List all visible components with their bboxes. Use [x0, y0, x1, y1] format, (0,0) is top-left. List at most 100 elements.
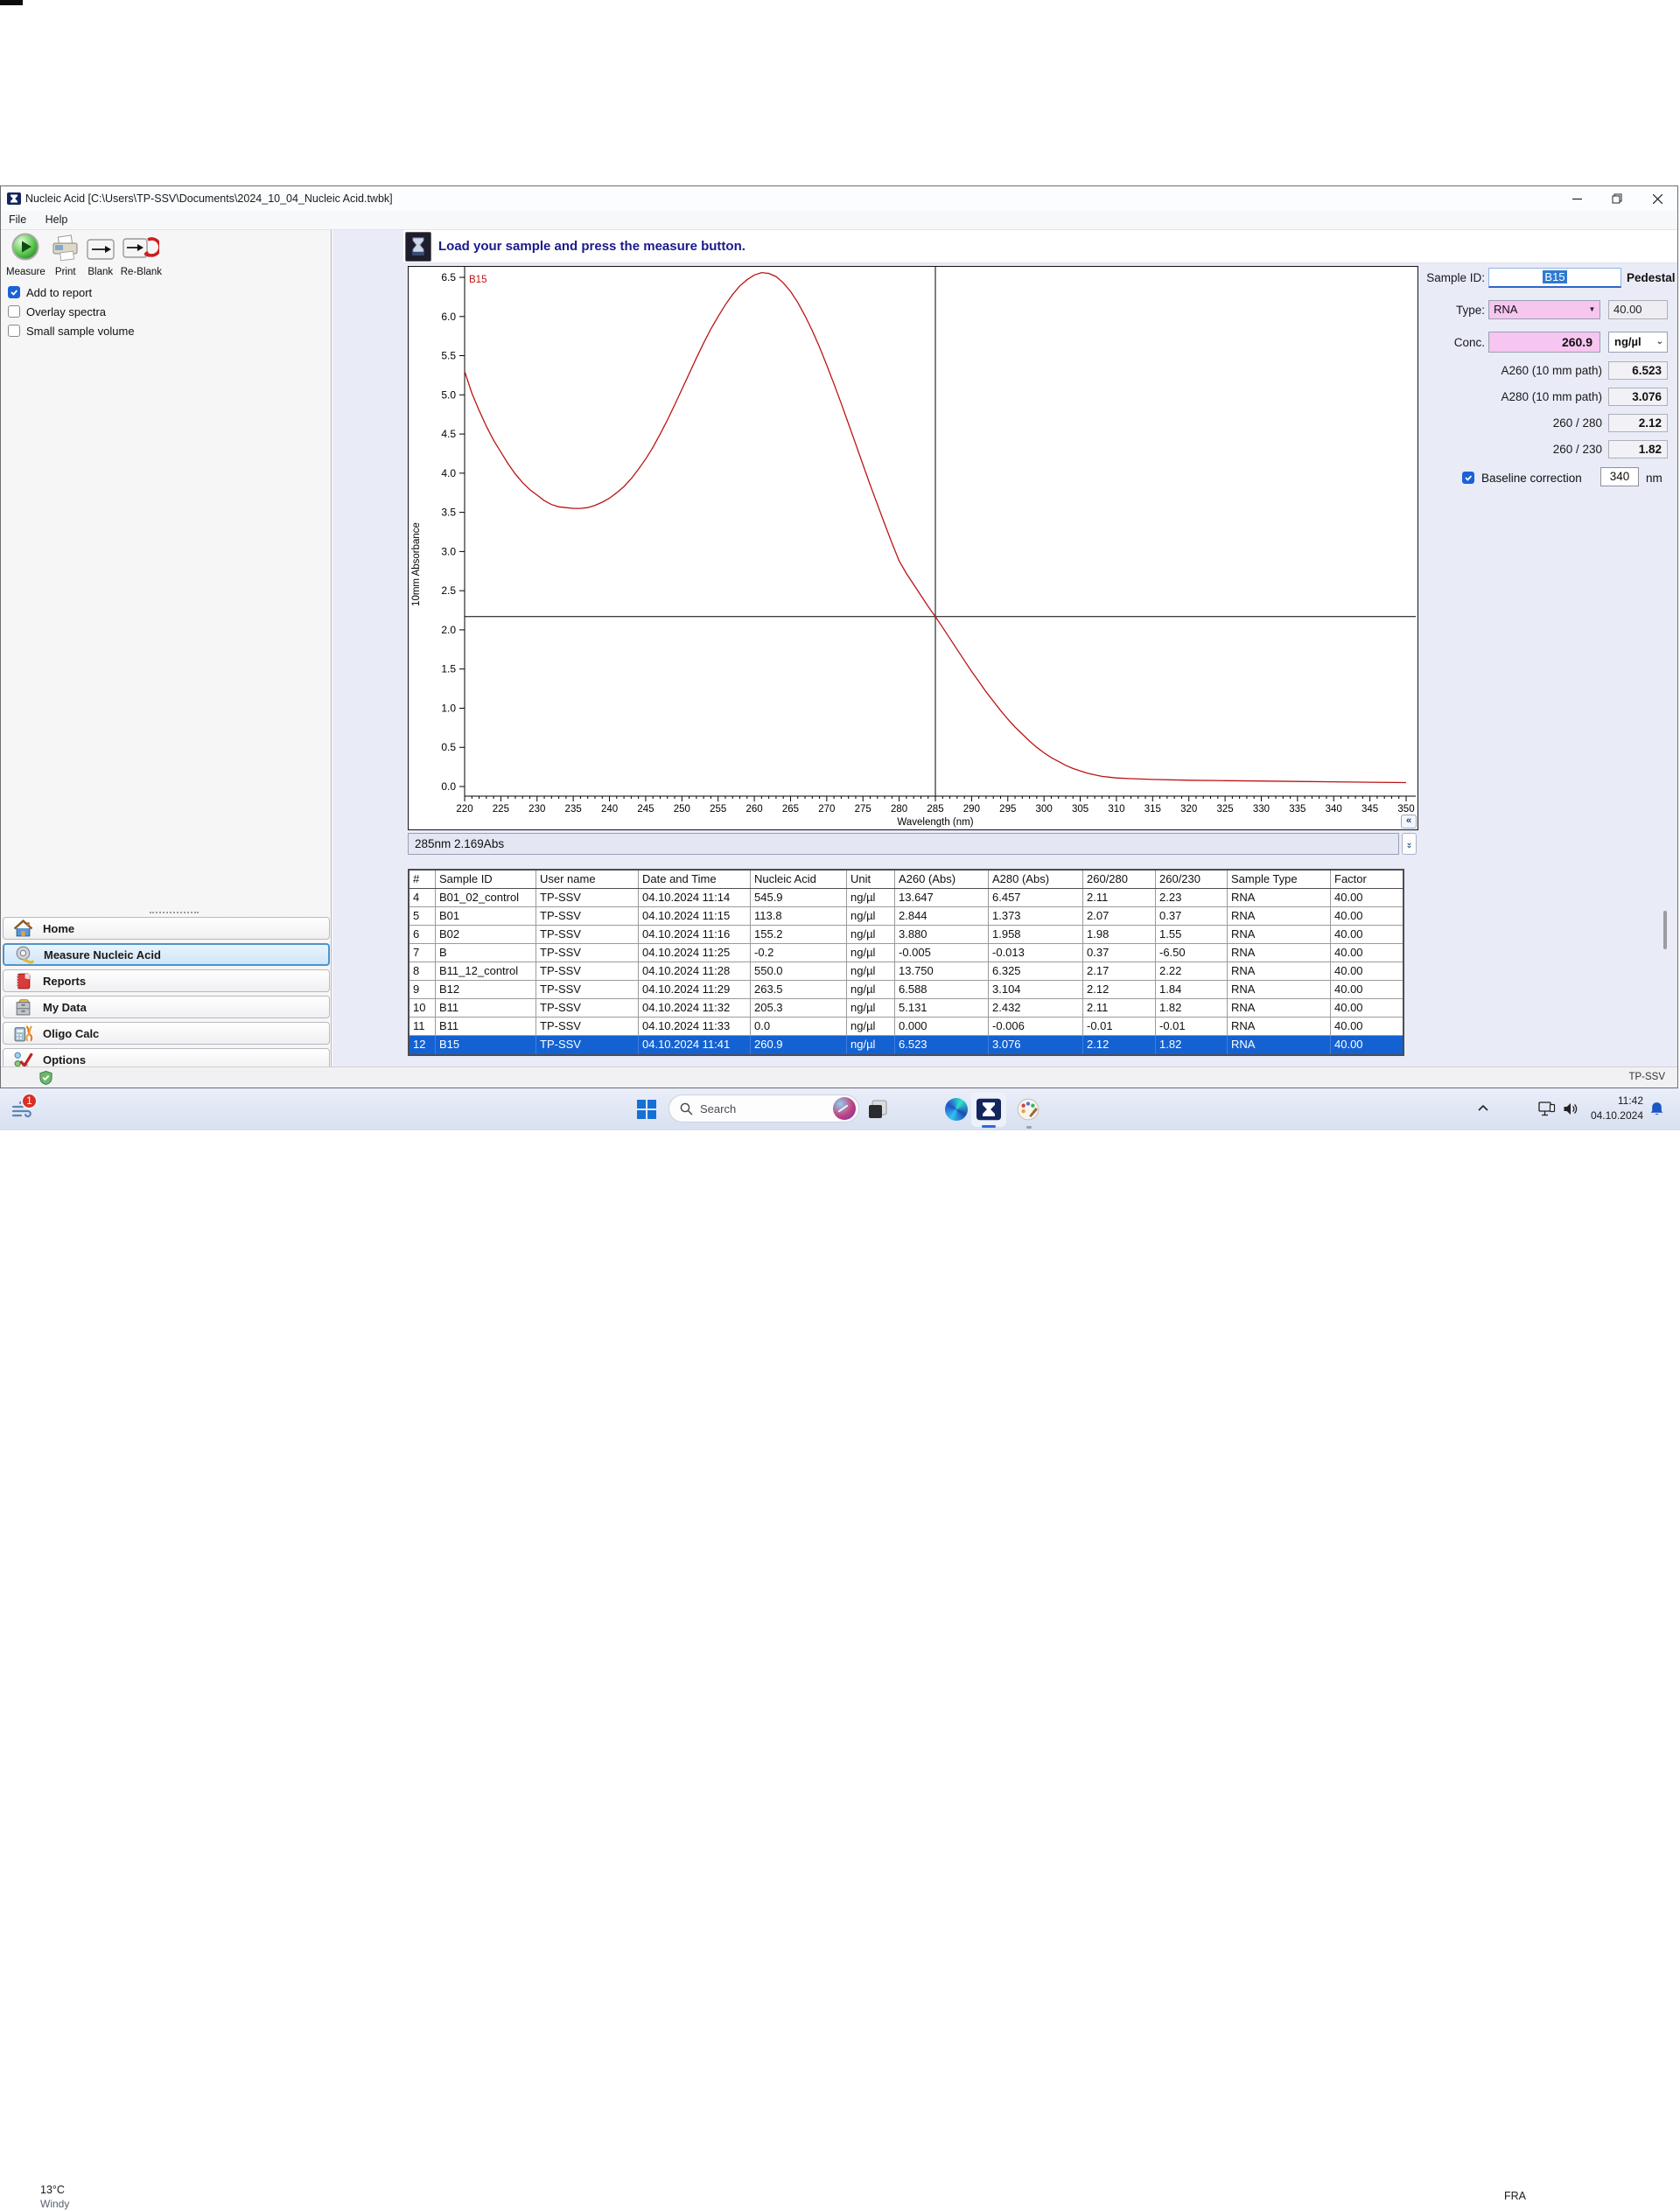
- table-cell: 3.880: [895, 926, 989, 943]
- status-user: TP-SSV: [1628, 1072, 1665, 1082]
- checkbox-small-sample-volume[interactable]: Small sample volume: [8, 321, 135, 340]
- measure-button[interactable]: Measure: [6, 232, 46, 277]
- search-box[interactable]: Search: [668, 1095, 859, 1122]
- metric-label: A280 (10 mm path): [1501, 390, 1602, 403]
- table-cell: 2.12: [1083, 1036, 1156, 1054]
- taskbar: 1 13°C Windy Search FRA 11:42 04.10.2024: [0, 1088, 1680, 2210]
- sample-id-value: B15: [1543, 270, 1567, 283]
- table-cell: B12: [436, 981, 536, 998]
- svg-text:225: 225: [493, 804, 509, 815]
- table-row[interactable]: 5 B01 TP-SSV 04.10.2024 11:15 113.8 ng/µl 2.84…: [410, 907, 1403, 926]
- sidebar-item-oligo-calc[interactable]: Oligo Calc: [3, 1022, 330, 1045]
- edge-browser-icon[interactable]: [945, 1098, 968, 1121]
- sample-id-input[interactable]: B15: [1488, 268, 1621, 288]
- sidebar-item-reports[interactable]: Reports: [3, 969, 330, 992]
- header-cell: Date and Time: [639, 871, 751, 888]
- menu-file[interactable]: File: [1, 211, 34, 228]
- unit-select[interactable]: ng/µl ⌄: [1608, 332, 1668, 353]
- table-cell: RNA: [1228, 1036, 1331, 1054]
- print-icon: [51, 234, 80, 266]
- checkbox-label: Add to report: [26, 285, 93, 299]
- metric-value: 6.523: [1608, 361, 1668, 380]
- checkbox-label: Overlay spectra: [26, 304, 107, 318]
- factor-field[interactable]: 40.00: [1608, 300, 1668, 319]
- svg-text:280: 280: [891, 804, 907, 815]
- metric-label: 260 / 280: [1552, 416, 1602, 430]
- table-row[interactable]: 9 B12 TP-SSV 04.10.2024 11:29 263.5 ng/µl 6.58…: [410, 981, 1403, 999]
- minimize-button[interactable]: [1557, 186, 1597, 211]
- table-row[interactable]: 8 B11_12_control TP-SSV 04.10.2024 11:28 550…: [410, 962, 1403, 981]
- sidebar-item-home[interactable]: Home: [3, 917, 330, 940]
- nucleic-acid-taskbar-icon[interactable]: [971, 1092, 1006, 1127]
- task-view-button[interactable]: [866, 1098, 889, 1121]
- sidebar-item-my-data[interactable]: My Data: [3, 996, 330, 1018]
- start-button[interactable]: [636, 1099, 657, 1120]
- table-cell: 7: [410, 944, 436, 962]
- sidebar-item-label: Measure Nucleic Acid: [44, 948, 161, 962]
- table-cell: TP-SSV: [536, 981, 639, 998]
- svg-text:300: 300: [1036, 804, 1053, 815]
- svg-text:240: 240: [601, 804, 618, 815]
- paint-app-icon[interactable]: [1016, 1097, 1040, 1122]
- paint-running-indicator: [1026, 1126, 1032, 1129]
- svg-text:265: 265: [782, 804, 799, 815]
- network-icon[interactable]: [1538, 1102, 1556, 1116]
- table-cell: -0.01: [1156, 1018, 1228, 1035]
- sidebar-navigation: Home Measure Nucleic Acid Reports My Data Ol…: [3, 917, 330, 1088]
- blank-button[interactable]: Blank: [86, 237, 116, 277]
- svg-text:5.5: 5.5: [441, 350, 456, 362]
- table-cell: 0.37: [1083, 944, 1156, 962]
- table-scrollbar[interactable]: [1663, 911, 1667, 949]
- table-row[interactable]: 10 B11 TP-SSV 04.10.2024 11:32 205.3 ng/µl 5.1…: [410, 999, 1403, 1018]
- table-cell: 2.844: [895, 907, 989, 925]
- expand-table-button[interactable]: ⌄ ⌄: [1402, 833, 1417, 855]
- weather-description: Windy: [40, 2198, 70, 2210]
- table-cell: 40.00: [1334, 1038, 1363, 1051]
- table-row[interactable]: 6 B02 TP-SSV 04.10.2024 11:16 155.2 ng/µl 3.88…: [410, 926, 1403, 944]
- svg-text:350: 350: [1397, 804, 1414, 815]
- pedestal-label: Pedestal: [1627, 271, 1676, 284]
- restore-button[interactable]: [1597, 186, 1637, 211]
- table-cell: 545.9: [751, 889, 847, 906]
- table-cell: B11_12_control: [436, 962, 536, 980]
- svg-text:255: 255: [710, 804, 726, 815]
- checkbox-overlay-spectra[interactable]: Overlay spectra: [8, 302, 135, 321]
- checkbox-add-to-report[interactable]: Add to report: [8, 283, 135, 302]
- language-indicator[interactable]: FRA: [1504, 2190, 1526, 2202]
- close-button[interactable]: [1637, 186, 1677, 211]
- measure-label: Measure: [6, 267, 46, 277]
- menu-help[interactable]: Help: [38, 211, 76, 228]
- conc-field[interactable]: 260.9: [1488, 332, 1600, 353]
- splitter-handle[interactable]: [150, 912, 199, 913]
- baseline-checkbox[interactable]: [1462, 471, 1474, 486]
- table-cell: 40.00: [1334, 909, 1363, 922]
- table-cell: ng/µl: [847, 999, 895, 1017]
- table-cell: TP-SSV: [536, 962, 639, 980]
- table-cell: RNA: [1228, 999, 1331, 1017]
- sidebar-item-measure-nucleic-acid[interactable]: Measure Nucleic Acid: [3, 943, 330, 966]
- table-row[interactable]: 4 B01_02_control TP-SSV 04.10.2024 11:14 545…: [410, 889, 1403, 907]
- sidebar-item-label: My Data: [43, 1000, 87, 1014]
- table-row[interactable]: 11 B11 TP-SSV 04.10.2024 11:33 0.0 ng/µl 0.000…: [410, 1018, 1403, 1036]
- baseline-wavelength-field[interactable]: 340: [1600, 467, 1639, 486]
- svg-text:290: 290: [963, 804, 980, 815]
- volume-icon[interactable]: [1563, 1102, 1579, 1115]
- tray-chevron-icon[interactable]: [1477, 1103, 1489, 1114]
- table-cell: ng/µl: [847, 962, 895, 980]
- search-highlight-art: [833, 1097, 856, 1120]
- table-cell: 0.0: [751, 1018, 847, 1035]
- checkbox-icon: [8, 286, 20, 298]
- tray-clock[interactable]: 11:42 04.10.2024: [1582, 1094, 1643, 1123]
- table-cell: 0.37: [1156, 907, 1228, 925]
- collapse-panel-button[interactable]: «: [1401, 815, 1417, 829]
- series-label: B15: [469, 275, 486, 285]
- notification-bell-icon[interactable]: [1650, 1102, 1663, 1116]
- reblank-button[interactable]: Re-Blank: [121, 235, 162, 277]
- table-cell: 6.457: [989, 889, 1083, 906]
- spectrum-plot[interactable]: 0.0 0.5 1.0 1.5 2.0 2.5 3.0 3.5 4.0 4.5 5.0 5.5 6.0 6…: [409, 267, 1418, 829]
- table-row[interactable]: 7 B TP-SSV 04.10.2024 11:25 -0.2 ng/µl -0.005-…: [410, 944, 1403, 962]
- type-select[interactable]: RNA ▼: [1488, 300, 1600, 319]
- table-row-selected[interactable]: 12 B15 TP-SSV 04.10.2024 11:41 260.9 ng/µl 6.5…: [410, 1036, 1403, 1054]
- table-cell: RNA: [1228, 889, 1331, 906]
- print-button[interactable]: Print: [51, 234, 80, 277]
